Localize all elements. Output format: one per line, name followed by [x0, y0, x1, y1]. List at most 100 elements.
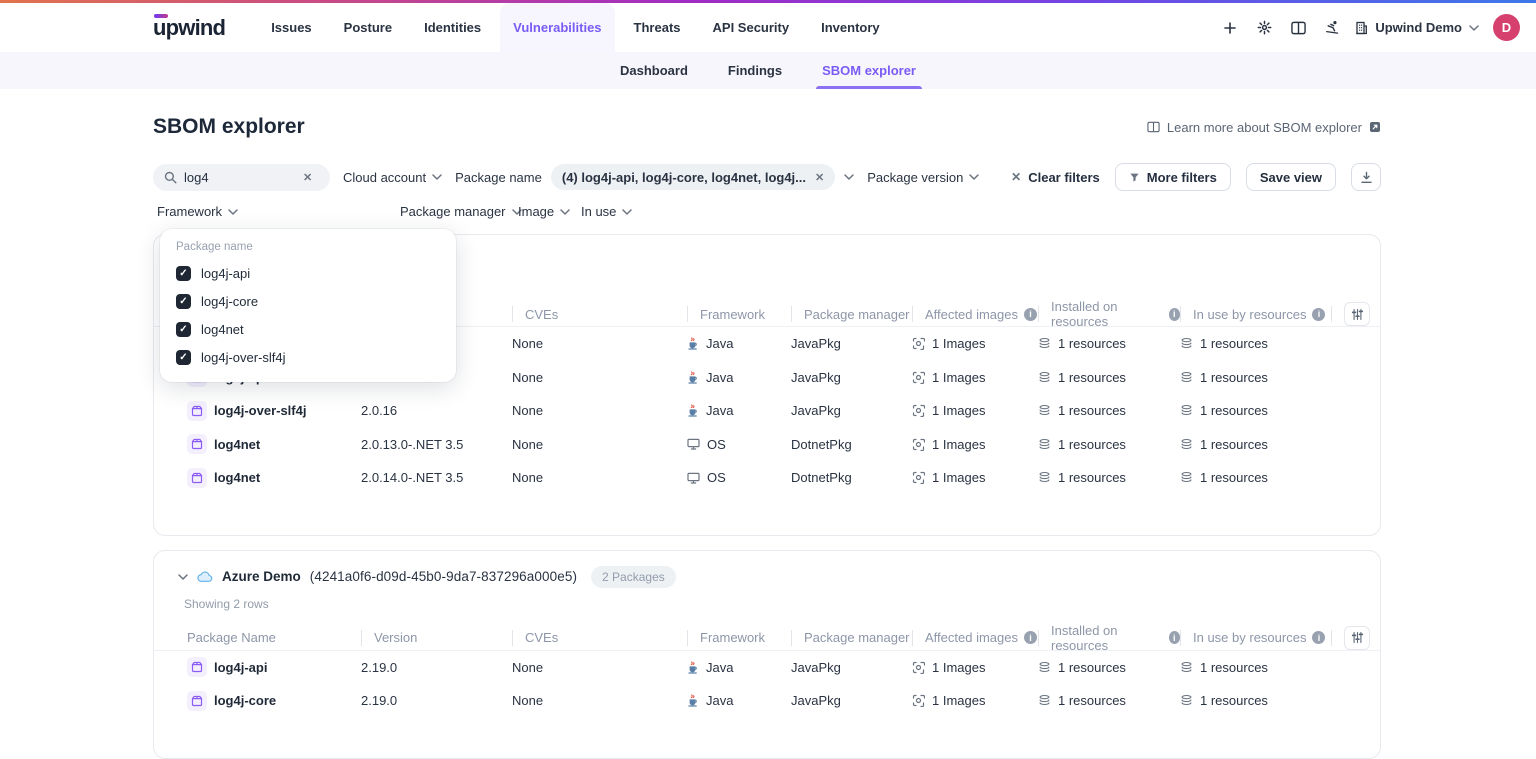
- ski-tour-icon[interactable]: [1317, 13, 1347, 43]
- package-icon: [187, 468, 207, 488]
- column-cves: CVEs: [512, 299, 687, 329]
- cell-version: 2.0.14.0-.NET 3.5: [361, 470, 512, 485]
- more-filters-button[interactable]: More filters: [1115, 163, 1231, 191]
- option-label: log4j-over-slf4j: [201, 350, 286, 365]
- cell-in-use-by-resources: 1 resources: [1180, 437, 1331, 452]
- table-row[interactable]: log4net 2.0.13.0-.NET 3.5 None OS Dotnet…: [154, 428, 1380, 462]
- filter-package-version[interactable]: Package version: [867, 170, 979, 185]
- download-icon: [1360, 171, 1373, 184]
- image-scan-icon: [912, 404, 925, 417]
- filter-in-use[interactable]: In use: [581, 204, 632, 219]
- cell-package-name: log4net: [187, 468, 361, 488]
- cell-installed-on-resources: 1 resources: [1038, 336, 1180, 351]
- column-affected-images: Affected imagesi: [912, 623, 1038, 653]
- search-box[interactable]: ✕: [153, 164, 330, 191]
- clear-search-icon[interactable]: ✕: [303, 171, 312, 184]
- package-icon: [187, 401, 207, 421]
- export-button[interactable]: [1351, 163, 1381, 191]
- cell-package-manager: JavaPkg: [791, 403, 912, 418]
- column-settings-button[interactable]: [1344, 302, 1370, 326]
- java-icon: [687, 661, 699, 674]
- package-name-label[interactable]: Package name: [455, 170, 542, 185]
- nav-item-threats[interactable]: Threats: [621, 3, 694, 52]
- nav-item-posture[interactable]: Posture: [331, 3, 405, 52]
- nav-item-vulnerabilities[interactable]: Vulnerabilities: [500, 3, 614, 52]
- dropdown-option-log4net[interactable]: ✓ log4net: [176, 321, 440, 337]
- table-row[interactable]: log4j-over-slf4j 2.0.16 None Java JavaPk…: [154, 394, 1380, 428]
- filter-framework[interactable]: Framework: [157, 204, 238, 219]
- info-icon[interactable]: i: [1169, 308, 1180, 321]
- info-icon[interactable]: i: [1024, 631, 1037, 644]
- dropdown-option-log4j-api[interactable]: ✓ log4j-api: [176, 265, 440, 281]
- column-in-use-by-resources: In use by resourcesi: [1180, 299, 1331, 329]
- checkbox-checked-icon[interactable]: ✓: [176, 266, 191, 281]
- table-row[interactable]: log4j-core 2.19.0 None Java JavaPkg 1 Im…: [154, 684, 1380, 718]
- dropdown-option-log4j-over-slf4j[interactable]: ✓ log4j-over-slf4j: [176, 349, 440, 365]
- filter-actions: ✕ Clear filters More filters Save view: [1011, 163, 1381, 191]
- panels-icon[interactable]: [1283, 13, 1313, 43]
- upwind-logo[interactable]: upwind: [153, 3, 225, 52]
- framework-label: Java: [706, 660, 733, 675]
- topbar-actions: Upwind Demo D: [1215, 3, 1520, 52]
- cell-affected-images: 1 Images: [912, 336, 1038, 351]
- framework-label: OS: [707, 470, 726, 485]
- info-icon[interactable]: i: [1024, 308, 1037, 321]
- column-framework: Framework: [687, 299, 791, 329]
- nav-item-identities[interactable]: Identities: [411, 3, 494, 52]
- clear-filters-label: Clear filters: [1028, 170, 1100, 185]
- package-icon: [187, 434, 207, 454]
- tab-sbom-explorer[interactable]: SBOM explorer: [822, 52, 916, 89]
- checkbox-checked-icon[interactable]: ✓: [176, 322, 191, 337]
- chevron-down-icon[interactable]: [844, 174, 854, 180]
- cell-installed-on-resources: 1 resources: [1038, 403, 1180, 418]
- funnel-icon: [1129, 172, 1140, 183]
- cell-in-use-by-resources: 1 resources: [1180, 370, 1331, 385]
- package-count-badge: 2 Packages: [591, 566, 676, 588]
- column-settings-button[interactable]: [1344, 626, 1370, 650]
- x-icon: ✕: [1011, 170, 1021, 184]
- filter-package-manager[interactable]: Package manager: [400, 204, 522, 219]
- option-label: log4net: [201, 322, 244, 337]
- user-avatar[interactable]: D: [1493, 14, 1520, 41]
- org-switcher[interactable]: Upwind Demo: [1355, 20, 1479, 35]
- os-monitor-icon: [687, 438, 700, 450]
- cell-package-manager: JavaPkg: [791, 693, 912, 708]
- book-icon: [1147, 121, 1160, 133]
- info-icon[interactable]: i: [1312, 631, 1325, 644]
- cloud-icon: [197, 571, 213, 583]
- cell-affected-images: 1 Images: [912, 693, 1038, 708]
- package-name-chip[interactable]: (4) log4j-api, log4j-core, log4net, log4…: [551, 164, 835, 190]
- filter-image[interactable]: Image: [518, 204, 570, 219]
- clear-filters-button[interactable]: ✕ Clear filters: [1011, 170, 1100, 185]
- filter-package-name: Package name (4) log4j-api, log4j-core, …: [455, 164, 854, 190]
- filter-cloud-account[interactable]: Cloud account: [343, 170, 442, 185]
- account-id: (4241a0f6-d09d-45b0-9da7-837296a000e5): [310, 569, 577, 584]
- checkbox-checked-icon[interactable]: ✓: [176, 350, 191, 365]
- cell-installed-on-resources: 1 resources: [1038, 470, 1180, 485]
- remove-chip-icon[interactable]: ✕: [815, 171, 824, 184]
- save-view-button[interactable]: Save view: [1246, 163, 1336, 191]
- nav-item-inventory[interactable]: Inventory: [808, 3, 893, 52]
- add-icon[interactable]: [1215, 13, 1245, 43]
- table-row[interactable]: log4net 2.0.14.0-.NET 3.5 None OS Dotnet…: [154, 461, 1380, 495]
- cell-version: 2.0.13.0-.NET 3.5: [361, 437, 512, 452]
- tab-dashboard[interactable]: Dashboard: [620, 52, 688, 89]
- nav-item-api-security[interactable]: API Security: [700, 3, 803, 52]
- framework-label: Java: [706, 336, 733, 351]
- tab-findings[interactable]: Findings: [728, 52, 782, 89]
- checkbox-checked-icon[interactable]: ✓: [176, 294, 191, 309]
- nav-item-issues[interactable]: Issues: [258, 3, 324, 52]
- info-icon[interactable]: i: [1169, 631, 1180, 644]
- secondary-filter-bar: Framework Package managerImage In use: [153, 204, 1381, 220]
- chevron-down-icon[interactable]: [178, 574, 188, 580]
- cell-framework: OS: [687, 470, 791, 485]
- dropdown-option-log4j-core[interactable]: ✓ log4j-core: [176, 293, 440, 309]
- save-view-label: Save view: [1260, 170, 1322, 185]
- framework-label: Java: [706, 403, 733, 418]
- table-row[interactable]: log4j-api 2.19.0 None Java JavaPkg 1 Ima…: [154, 651, 1380, 685]
- option-label: log4j-core: [201, 294, 258, 309]
- learn-more-link[interactable]: Learn more about SBOM explorer: [1147, 120, 1381, 135]
- info-icon[interactable]: i: [1312, 308, 1325, 321]
- settings-gear-icon[interactable]: [1249, 13, 1279, 43]
- search-input[interactable]: [184, 170, 296, 185]
